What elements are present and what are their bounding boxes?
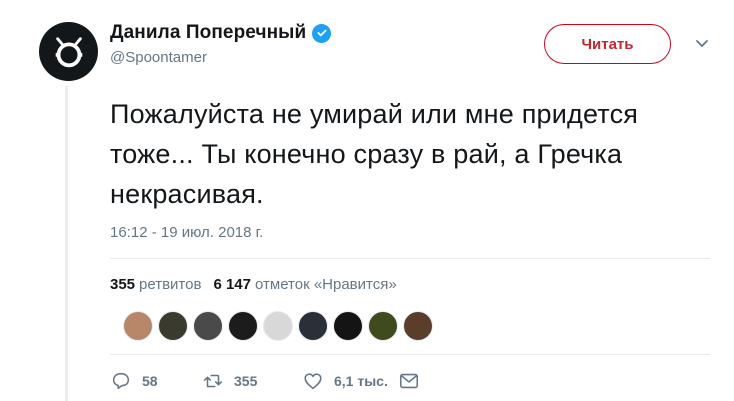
likes-count: 6 147 — [213, 276, 251, 293]
retweets-count: 355 — [110, 276, 136, 293]
liker-avatar[interactable] — [403, 311, 433, 341]
author-handle[interactable]: @Spoontamer — [110, 49, 331, 66]
reply-count: 58 — [142, 373, 158, 389]
chevron-down-icon[interactable] — [694, 36, 710, 52]
author-name[interactable]: Данила Поперечный — [110, 22, 306, 44]
like-button[interactable]: 6,1 тыс. — [302, 370, 398, 392]
verified-icon — [312, 23, 332, 43]
tweet-timestamp[interactable]: 16:12 - 19 июл. 2018 г. — [110, 224, 263, 241]
thread-line — [65, 86, 68, 401]
reply-button[interactable]: 58 — [110, 370, 202, 392]
retweet-count: 355 — [234, 373, 258, 389]
likes-label: отметок «Нравится» — [255, 276, 397, 293]
liker-avatar[interactable] — [228, 311, 258, 341]
reply-icon — [112, 372, 130, 390]
heart-icon — [304, 373, 322, 390]
envelope-icon — [399, 373, 419, 389]
like-count: 6,1 тыс. — [334, 373, 388, 389]
tweet-text: Пожалуйста не умирай или мне придется то… — [110, 99, 639, 209]
tweet-stats: 355 ретвитов 6 147 отметок «Нравится» — [110, 276, 397, 293]
retweet-button[interactable]: 355 — [202, 370, 302, 392]
liker-avatar[interactable] — [263, 311, 293, 341]
liker-avatar[interactable] — [333, 311, 363, 341]
message-button[interactable] — [398, 370, 420, 392]
liker-avatar[interactable] — [298, 311, 328, 341]
liker-avatar[interactable] — [193, 311, 223, 341]
tweet-header: Данила Поперечный @Spoontamer — [110, 22, 332, 66]
divider — [110, 354, 710, 355]
retweet-icon — [203, 374, 223, 388]
avatar-logo-icon — [55, 36, 82, 67]
retweets-label: ретвитов — [139, 276, 202, 293]
liker-avatar[interactable] — [123, 311, 153, 341]
liker-avatar[interactable] — [368, 311, 398, 341]
divider — [110, 258, 710, 259]
follow-button[interactable]: Читать — [544, 24, 671, 64]
retweets-stat[interactable]: 355 ретвитов — [110, 276, 201, 293]
liker-avatar[interactable] — [158, 311, 188, 341]
avatar[interactable] — [39, 22, 98, 81]
action-bar: 58 355 6,1 тыс. — [110, 370, 420, 392]
likes-stat[interactable]: 6 147 отметок «Нравится» — [213, 276, 396, 293]
likers-avatars — [123, 311, 433, 341]
